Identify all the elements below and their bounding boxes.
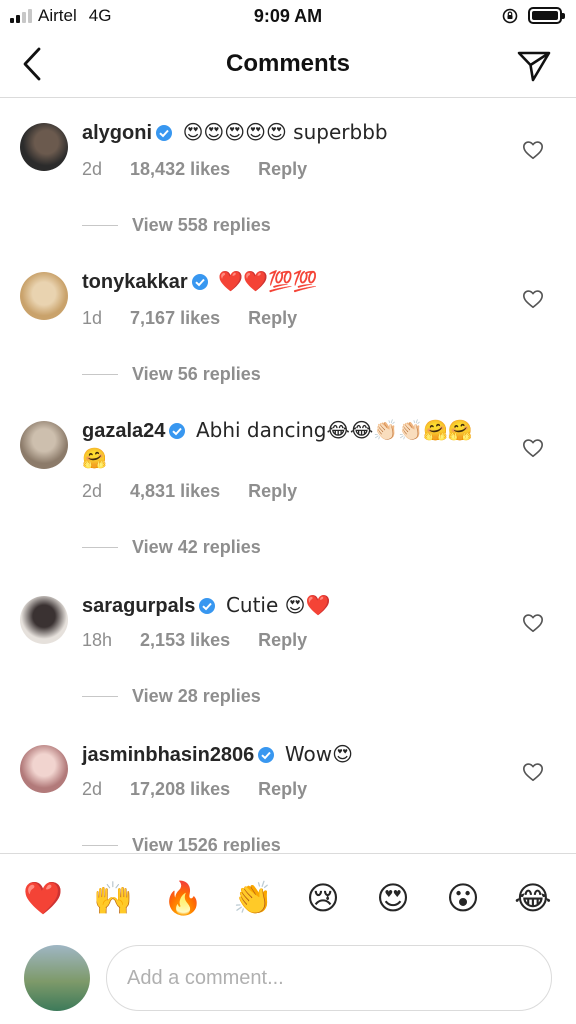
- comment-item: jasminbhasin2806 Wow😍 2d 17,208 likes Re…: [0, 721, 576, 852]
- view-replies-button[interactable]: View 42 replies: [82, 537, 261, 558]
- share-button[interactable]: [514, 46, 554, 86]
- comment-meta: 1d 7,167 likes Reply: [82, 308, 297, 329]
- heart-icon[interactable]: [522, 288, 544, 310]
- likes-count[interactable]: 17,208 likes: [130, 779, 230, 800]
- avatar[interactable]: [20, 421, 68, 469]
- comment-time: 18h: [82, 630, 113, 650]
- username[interactable]: alygoni: [82, 122, 152, 144]
- view-replies-label: View 558 replies: [132, 215, 271, 235]
- surprised-emoji-button[interactable]: 😮: [439, 874, 487, 922]
- divider-line: [82, 696, 118, 697]
- laughing-emoji-button[interactable]: 😂: [509, 874, 557, 922]
- heart-icon[interactable]: [522, 761, 544, 783]
- heart-emoji-button[interactable]: ❤️: [19, 874, 67, 922]
- view-replies-button[interactable]: View 558 replies: [82, 215, 271, 236]
- reply-button[interactable]: Reply: [258, 630, 307, 651]
- comment-time: 2d: [82, 159, 103, 179]
- view-replies-label: View 1526 replies: [132, 835, 281, 852]
- verified-badge-icon: [191, 274, 208, 290]
- page-title: Comments: [225, 50, 351, 77]
- reply-button[interactable]: Reply: [258, 779, 307, 800]
- view-replies-label: View 56 replies: [132, 364, 261, 384]
- avatar[interactable]: [20, 596, 68, 644]
- comment-item: gazala24 Abhi dancing😂😂👏🏻👏🏻🤗🤗🤗 2d 4,831 …: [0, 397, 576, 572]
- view-replies-label: View 28 replies: [132, 686, 261, 706]
- comment-meta: 2d 18,432 likes Reply: [82, 159, 307, 180]
- comment-text-block: tonykakkar ❤️❤️💯💯: [82, 268, 502, 296]
- username[interactable]: tonykakkar: [82, 271, 188, 293]
- comment-body: 😍😍😍😍😍 superbbb: [182, 120, 388, 144]
- comment-text-block: jasminbhasin2806 Wow😍: [82, 741, 502, 769]
- verified-badge-icon: [199, 598, 216, 614]
- username[interactable]: gazala24: [82, 420, 165, 442]
- clap-emoji-button[interactable]: 👏: [229, 874, 277, 922]
- view-replies-button[interactable]: View 1526 replies: [82, 835, 281, 852]
- comment-item: alygoni 😍😍😍😍😍 superbbb 2d 18,432 likes R…: [0, 99, 576, 248]
- heart-icon[interactable]: [522, 612, 544, 634]
- avatar[interactable]: [20, 745, 68, 793]
- view-replies-button[interactable]: View 56 replies: [82, 364, 261, 385]
- likes-count[interactable]: 2,153 likes: [140, 630, 230, 651]
- reply-button[interactable]: Reply: [258, 159, 307, 180]
- heart-eyes-emoji-button[interactable]: 😍: [369, 874, 417, 922]
- comment-time: 2d: [82, 779, 103, 799]
- comment-meta: 18h 2,153 likes Reply: [82, 630, 307, 651]
- divider-line: [82, 547, 118, 548]
- back-button[interactable]: [14, 44, 50, 84]
- verified-badge-icon: [258, 747, 275, 763]
- likes-count[interactable]: 4,831 likes: [130, 481, 220, 502]
- paper-plane-icon: [517, 51, 551, 82]
- comment-time: 2d: [82, 481, 103, 501]
- divider-line: [82, 225, 118, 226]
- header: Comments: [0, 34, 576, 98]
- status-bar: Airtel 4G 9:09 AM: [0, 0, 576, 34]
- clock: 9:09 AM: [253, 6, 323, 26]
- comment-meta: 2d 17,208 likes Reply: [82, 779, 307, 800]
- emoji-reaction-bar: ❤️ 🙌 🔥 👏 😢 😍 😮 😂: [0, 853, 576, 941]
- comment-meta: 2d 4,831 likes Reply: [82, 481, 297, 502]
- comment-body: Wow😍: [284, 742, 353, 766]
- avatar[interactable]: [20, 272, 68, 320]
- comment-time: 1d: [82, 308, 103, 328]
- comment-text-block: alygoni 😍😍😍😍😍 superbbb: [82, 119, 502, 147]
- chevron-left-icon: [23, 47, 41, 81]
- reply-button[interactable]: Reply: [248, 308, 297, 329]
- verified-badge-icon: [169, 423, 186, 439]
- verified-badge-icon: [156, 125, 173, 141]
- heart-icon[interactable]: [522, 139, 544, 161]
- comment-body: ❤️❤️💯💯: [218, 269, 318, 293]
- avatar[interactable]: [20, 123, 68, 171]
- likes-count[interactable]: 18,432 likes: [130, 159, 230, 180]
- likes-count[interactable]: 7,167 likes: [130, 308, 220, 329]
- view-replies-label: View 42 replies: [132, 537, 261, 557]
- add-comment-input[interactable]: [106, 945, 552, 1011]
- divider-line: [82, 374, 118, 375]
- comment-text-block: gazala24 Abhi dancing😂😂👏🏻👏🏻🤗🤗🤗: [82, 417, 492, 473]
- crying-emoji-button[interactable]: 😢: [299, 874, 347, 922]
- comment-item: tonykakkar ❤️❤️💯💯 1d 7,167 likes Reply V…: [0, 248, 576, 397]
- view-replies-button[interactable]: View 28 replies: [82, 686, 261, 707]
- comment-item: saragurpals Cutie 😍❤️ 18h 2,153 likes Re…: [0, 572, 576, 721]
- heart-icon[interactable]: [522, 437, 544, 459]
- comment-text-block: saragurpals Cutie 😍❤️: [82, 592, 502, 620]
- divider-line: [82, 845, 118, 846]
- comment-composer: [0, 941, 576, 1024]
- rotation-lock-icon: [502, 8, 518, 23]
- fire-emoji-button[interactable]: 🔥: [159, 874, 207, 922]
- comments-list[interactable]: alygoni 😍😍😍😍😍 superbbb 2d 18,432 likes R…: [0, 99, 576, 852]
- username[interactable]: jasminbhasin2806: [82, 744, 254, 766]
- battery-icon: [528, 7, 565, 24]
- comment-body: Cutie 😍❤️: [225, 593, 331, 617]
- username[interactable]: saragurpals: [82, 595, 195, 617]
- current-user-avatar[interactable]: [24, 945, 90, 1011]
- raising-hands-emoji-button[interactable]: 🙌: [89, 874, 137, 922]
- reply-button[interactable]: Reply: [248, 481, 297, 502]
